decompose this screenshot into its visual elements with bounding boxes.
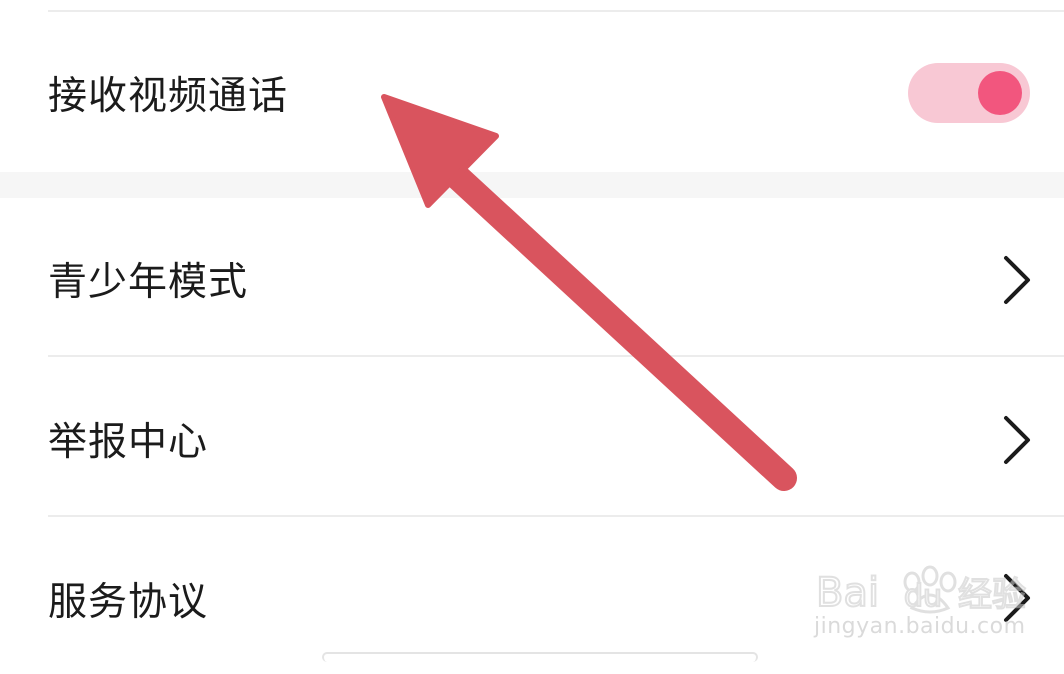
setting-label-teen-mode: 青少年模式: [48, 260, 249, 305]
setting-label-service-agreement: 服务协议: [48, 580, 209, 625]
setting-row-teen-mode[interactable]: 青少年模式: [0, 204, 1064, 354]
top-divider: [48, 10, 1064, 12]
settings-page: 接收视频通话 青少年模式 举报中心 服务协议 Bai du 经验 jingyan…: [0, 0, 1064, 664]
chevron-right-icon: [1004, 416, 1030, 464]
chevron-right-icon: [1004, 256, 1030, 304]
setting-label-video-call: 接收视频通话: [48, 74, 289, 119]
toggle-knob: [978, 71, 1022, 115]
setting-row-video-call[interactable]: 接收视频通话: [0, 18, 1064, 168]
home-indicator: [322, 652, 758, 662]
setting-row-report-center[interactable]: 举报中心: [0, 364, 1064, 514]
row-divider: [48, 355, 1064, 357]
video-call-toggle[interactable]: [908, 63, 1030, 123]
chevron-right-icon: [1004, 574, 1030, 622]
setting-label-report-center: 举报中心: [48, 420, 209, 465]
row-divider: [48, 515, 1064, 517]
section-gap: [0, 172, 1064, 198]
